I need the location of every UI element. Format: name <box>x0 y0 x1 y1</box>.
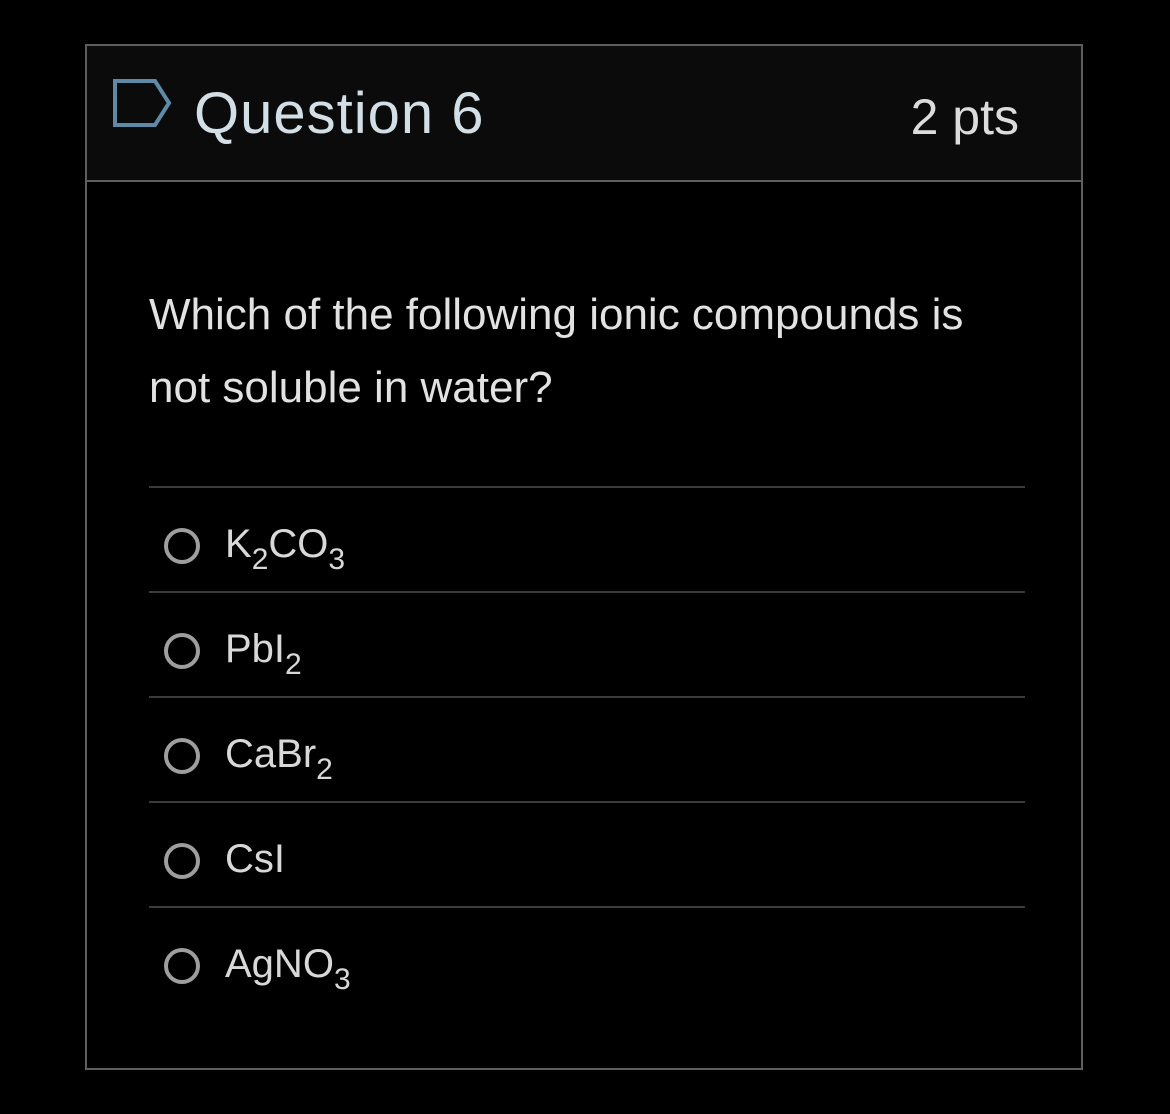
radio-button[interactable] <box>164 948 200 984</box>
answer-option-cabr2[interactable]: CaBr2 <box>149 696 1025 801</box>
answer-list: K2CO3 PbI2 CaBr2 CsI AgNO3 <box>149 486 1025 1011</box>
answer-option-k2co3[interactable]: K2CO3 <box>149 486 1025 591</box>
radio-button[interactable] <box>164 633 200 669</box>
question-title: Question 6 <box>194 81 485 146</box>
flag-icon[interactable] <box>111 77 173 129</box>
question-points: 2 pts <box>910 89 1019 145</box>
answer-option-csi[interactable]: CsI <box>149 801 1025 906</box>
answer-option-pbi2[interactable]: PbI2 <box>149 591 1025 696</box>
radio-button[interactable] <box>164 738 200 774</box>
radio-button[interactable] <box>164 843 200 879</box>
question-header: Question 6 2 pts <box>87 46 1081 182</box>
answer-option-agno3[interactable]: AgNO3 <box>149 906 1025 1011</box>
answer-label: PbI2 <box>225 627 302 681</box>
answer-label: CaBr2 <box>225 732 333 786</box>
answer-label: K2CO3 <box>225 522 346 576</box>
radio-button[interactable] <box>164 528 200 564</box>
question-text: Which of the following ionic compounds i… <box>149 290 964 412</box>
question-card: Question 6 2 pts Which of the following … <box>85 44 1083 1070</box>
answer-label: CsI <box>225 837 285 881</box>
answer-label: AgNO3 <box>225 942 351 996</box>
